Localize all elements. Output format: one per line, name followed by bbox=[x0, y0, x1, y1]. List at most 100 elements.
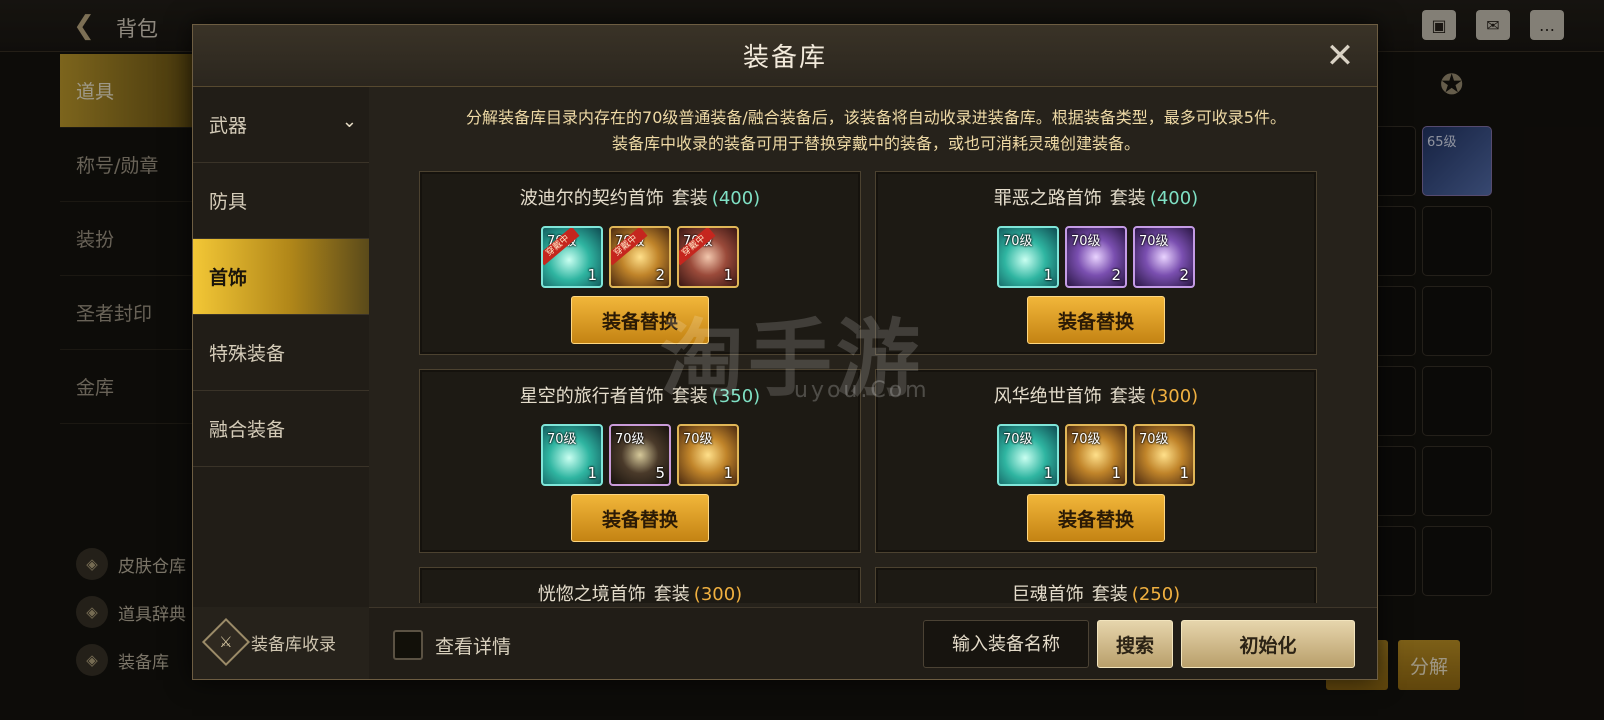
item-quantity: 2 bbox=[1111, 266, 1121, 284]
set-name: 风华绝世首饰 bbox=[993, 386, 1102, 407]
set-title: 星空的旅行者首饰 套装 (350) bbox=[420, 382, 860, 408]
set-tag: 套装 bbox=[671, 386, 708, 407]
set-score: (350) bbox=[711, 386, 761, 407]
set-title: 巨魂首饰 套装 (250) bbox=[876, 580, 1316, 603]
set-tag: 套装 bbox=[1091, 584, 1128, 603]
equipment-item[interactable]: 70级 1 bbox=[1133, 424, 1195, 486]
modal-header: 装备库 ✕ bbox=[193, 25, 1377, 87]
category-menu: 武器 ⌄ 防具首饰特殊装备融合装备 bbox=[193, 87, 369, 607]
item-level: 70级 bbox=[1003, 234, 1033, 249]
category-item[interactable]: 融合装备 bbox=[193, 391, 369, 467]
set-name: 波迪尔的契约首饰 bbox=[519, 188, 664, 209]
search-button[interactable]: 搜索 bbox=[1097, 620, 1173, 668]
category-label: 防具 bbox=[209, 191, 248, 213]
library-collection-link[interactable]: ⚔ 装备库收录 bbox=[201, 617, 336, 667]
item-level: 70级 bbox=[547, 432, 577, 447]
info-line-1: 分解装备库目录内存在的70级普通装备/融合装备后，该装备将自动收录进装备库。根据… bbox=[466, 108, 1286, 127]
modal-footer: 查看详情 搜索 初始化 bbox=[369, 607, 1377, 679]
set-title: 波迪尔的契约首饰 套装 (400) bbox=[420, 184, 860, 210]
item-level: 70级 bbox=[615, 432, 645, 447]
view-details-label: 查看详情 bbox=[435, 635, 512, 658]
set-name: 罪恶之路首饰 bbox=[993, 188, 1102, 209]
item-level: 70级 bbox=[683, 432, 713, 447]
close-icon[interactable]: ✕ bbox=[1321, 37, 1359, 75]
set-title: 罪恶之路首饰 套装 (400) bbox=[876, 184, 1316, 210]
chevron-down-icon[interactable]: ⌄ bbox=[342, 111, 357, 132]
replace-equipment-button[interactable]: 装备替换 bbox=[1027, 296, 1165, 344]
set-items: 70级1穿戴中70级2穿戴中70级1穿戴中 bbox=[420, 226, 860, 288]
category-item[interactable]: 首饰 bbox=[193, 239, 369, 315]
set-score: (400) bbox=[1149, 188, 1199, 209]
equipment-item[interactable]: 70级 2 bbox=[1065, 226, 1127, 288]
category-label: 首饰 bbox=[209, 267, 248, 289]
library-collection-label: 装备库收录 bbox=[251, 634, 336, 655]
equipment-name-input[interactable] bbox=[923, 620, 1089, 668]
category-label: 武器 bbox=[209, 115, 248, 137]
set-name: 巨魂首饰 bbox=[1011, 584, 1084, 603]
equipment-item[interactable]: 70级 1 bbox=[1065, 424, 1127, 486]
category-item[interactable]: 防具 bbox=[193, 163, 369, 239]
item-level: 70级 bbox=[1139, 432, 1169, 447]
category-label: 融合装备 bbox=[209, 419, 286, 441]
item-level: 70级 bbox=[1071, 432, 1101, 447]
replace-equipment-button[interactable]: 装备替换 bbox=[1027, 494, 1165, 542]
item-quantity: 1 bbox=[1043, 464, 1053, 482]
set-card: 星空的旅行者首饰 套装 (350) 70级 1 70级 5 70级 1 装备替换 bbox=[419, 369, 861, 553]
equipment-item[interactable]: 70级 5 bbox=[609, 424, 671, 486]
equipment-item[interactable]: 70级1穿戴中 bbox=[541, 226, 603, 288]
set-title: 恍惚之境首饰 套装 (300) bbox=[420, 580, 860, 603]
equipment-library-modal: 装备库 ✕ 武器 ⌄ 防具首饰特殊装备融合装备 ⚔ 装备库收录 分解装备库目录内存在… bbox=[192, 24, 1378, 680]
set-card: 罪恶之路首饰 套装 (400) 70级 1 70级 2 70级 2 装备替换 bbox=[875, 171, 1317, 355]
set-items: 70级 1 70级 1 70级 1 bbox=[876, 424, 1316, 486]
replace-equipment-button[interactable]: 装备替换 bbox=[571, 296, 709, 344]
view-details-toggle[interactable]: 查看详情 bbox=[393, 630, 511, 660]
set-score: (300) bbox=[1149, 386, 1199, 407]
set-score: (400) bbox=[711, 188, 761, 209]
item-level: 70级 bbox=[1139, 234, 1169, 249]
set-title: 风华绝世首饰 套装 (300) bbox=[876, 382, 1316, 408]
set-name: 恍惚之境首饰 bbox=[537, 584, 646, 603]
crossed-swords-icon: ⚔ bbox=[201, 617, 251, 667]
equipment-item[interactable]: 70级 1 bbox=[541, 424, 603, 486]
set-card: 波迪尔的契约首饰套装(400) 70级1穿戴中70级2穿戴中70级1穿戴中装备替换 bbox=[419, 171, 861, 355]
item-quantity: 1 bbox=[587, 464, 597, 482]
set-list[interactable]: 波迪尔的契约首饰套装(400)70级1穿戴中70级2穿戴中70级1穿戴中装备替换… bbox=[419, 171, 1317, 603]
equipment-item[interactable]: 70级 1 bbox=[677, 424, 739, 486]
equipment-item[interactable]: 70级2穿戴中 bbox=[609, 226, 671, 288]
category-item[interactable]: 武器 ⌄ bbox=[193, 87, 369, 163]
category-label: 特殊装备 bbox=[209, 343, 286, 365]
item-level: 70级 bbox=[1071, 234, 1101, 249]
category-item[interactable]: 特殊装备 bbox=[193, 315, 369, 391]
set-items: 70级 1 70级 5 70级 1 bbox=[420, 424, 860, 486]
set-name: 星空的旅行者首饰 bbox=[519, 386, 664, 407]
reset-button[interactable]: 初始化 bbox=[1181, 620, 1355, 668]
modal-title: 装备库 bbox=[742, 43, 827, 73]
item-quantity: 2 bbox=[655, 266, 665, 284]
equipment-item[interactable]: 70级 1 bbox=[997, 226, 1059, 288]
item-quantity: 1 bbox=[1179, 464, 1189, 482]
set-tag: 套装 bbox=[1109, 386, 1146, 407]
set-tag: 套装 bbox=[653, 584, 690, 603]
item-quantity: 1 bbox=[723, 266, 733, 284]
set-card: 风华绝世首饰 套装 (300) 70级 1 70级 1 70级 1 装备替换 bbox=[875, 369, 1317, 553]
item-quantity: 5 bbox=[655, 464, 665, 482]
equipment-item[interactable]: 70级 1 bbox=[997, 424, 1059, 486]
set-card: 巨魂首饰 套装 (250) bbox=[875, 567, 1317, 603]
item-quantity: 1 bbox=[723, 464, 733, 482]
item-level: 70级 bbox=[1003, 432, 1033, 447]
set-score: (250) bbox=[1131, 584, 1181, 603]
item-quantity: 1 bbox=[1043, 266, 1053, 284]
view-details-checkbox[interactable] bbox=[393, 630, 423, 660]
equipment-item[interactable]: 70级1穿戴中 bbox=[677, 226, 739, 288]
set-items: 70级 1 70级 2 70级 2 bbox=[876, 226, 1316, 288]
set-card: 恍惚之境首饰 套装 (300) bbox=[419, 567, 861, 603]
replace-equipment-button[interactable]: 装备替换 bbox=[571, 494, 709, 542]
set-tag: 套装 bbox=[671, 188, 708, 209]
info-line-2: 装备库中收录的装备可用于替换穿戴中的装备，或也可消耗灵魂创建装备。 bbox=[611, 134, 1140, 153]
item-quantity: 1 bbox=[1111, 464, 1121, 482]
info-text: 分解装备库目录内存在的70级普通装备/融合装备后，该装备将自动收录进装备库。根据… bbox=[381, 105, 1371, 157]
equipment-item[interactable]: 70级 2 bbox=[1133, 226, 1195, 288]
set-tag: 套装 bbox=[1109, 188, 1146, 209]
item-quantity: 1 bbox=[587, 266, 597, 284]
set-score: (300) bbox=[693, 584, 743, 603]
